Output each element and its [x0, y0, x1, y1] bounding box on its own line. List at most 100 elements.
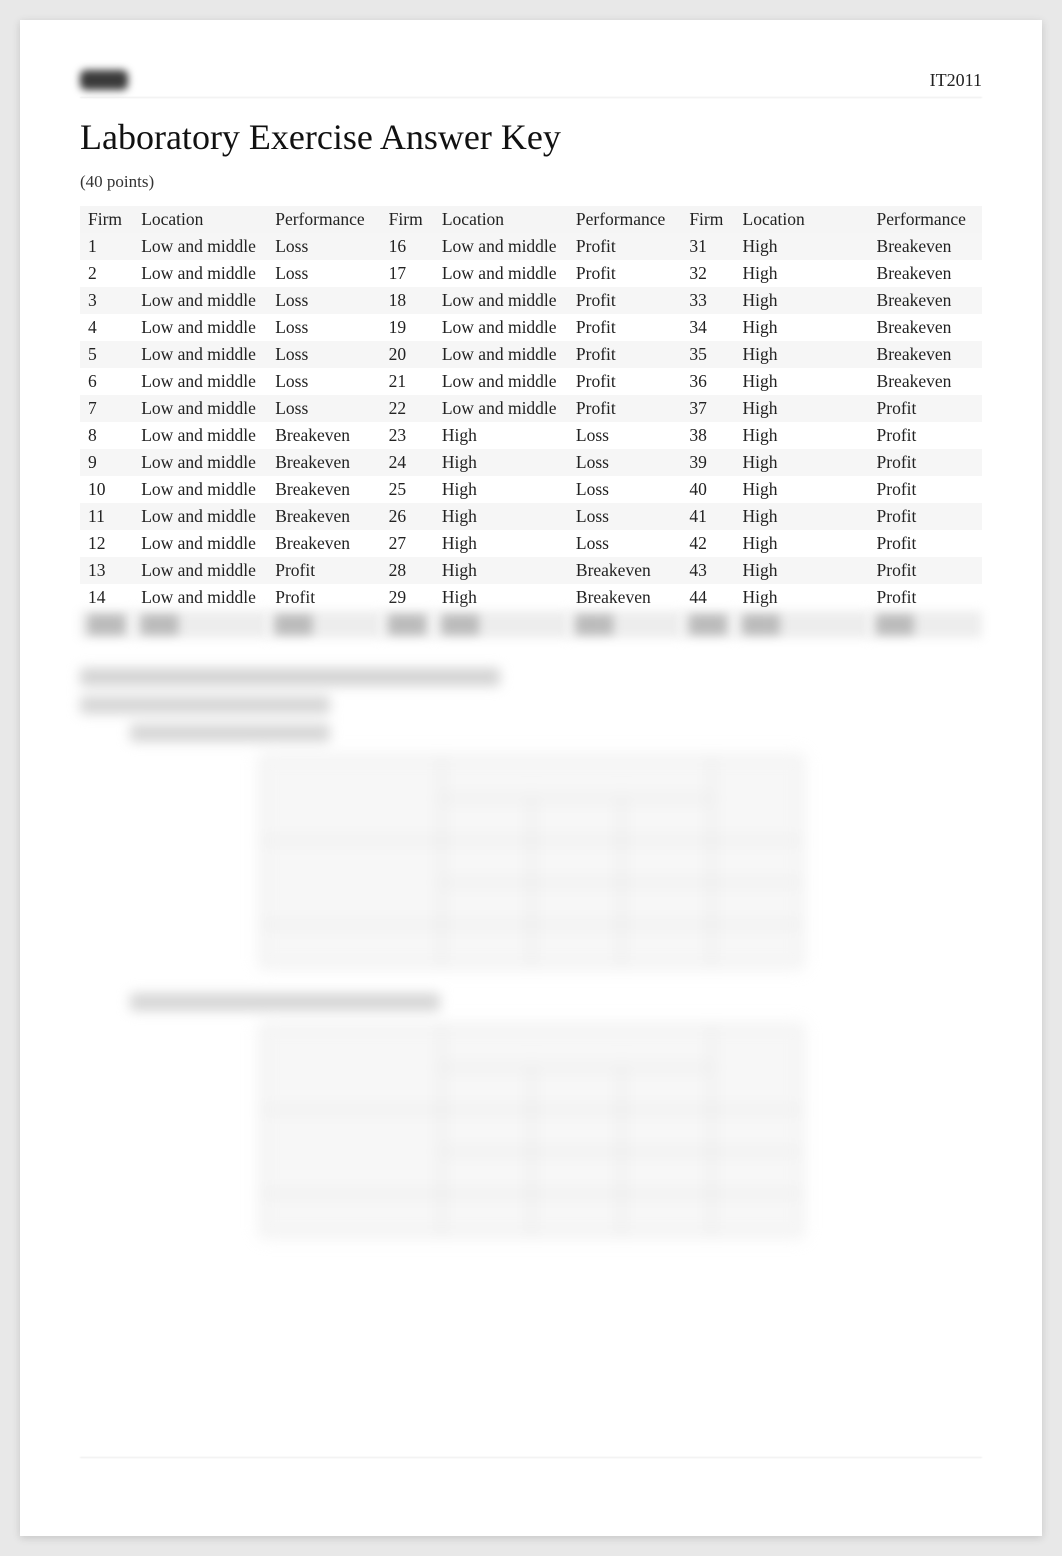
cell-firm: 18	[381, 287, 434, 314]
cell-performance: Profit	[869, 476, 982, 503]
cell-firm: 3	[80, 287, 133, 314]
cell-firm: 26	[381, 503, 434, 530]
cell-location: High	[735, 503, 869, 530]
cell-location: Low and middle	[133, 260, 267, 287]
cell-location: High	[434, 449, 568, 476]
cell-performance: Breakeven	[869, 260, 982, 287]
col-header-performance-1: Performance	[267, 206, 380, 233]
cell-performance: Loss	[267, 260, 380, 287]
cell-location: High	[735, 557, 869, 584]
redacted-table-1	[80, 756, 982, 967]
cell-location: High	[735, 530, 869, 557]
cell-location: Low and middle	[434, 395, 568, 422]
cell-redacted: ███	[133, 611, 267, 638]
cell-firm: 10	[80, 476, 133, 503]
cell-location: High	[434, 530, 568, 557]
cell-performance: Breakeven	[568, 584, 681, 611]
cell-firm: 32	[681, 260, 734, 287]
cell-location: High	[434, 503, 568, 530]
cell-performance: Loss	[568, 449, 681, 476]
cell-location: Low and middle	[133, 395, 267, 422]
cell-location: Low and middle	[434, 314, 568, 341]
cell-performance: Loss	[568, 476, 681, 503]
cell-performance: Profit	[568, 287, 681, 314]
cell-performance: Profit	[869, 557, 982, 584]
cell-firm: 1	[80, 233, 133, 260]
col-header-performance-3: Performance	[869, 206, 982, 233]
cell-performance: Breakeven	[267, 449, 380, 476]
cell-firm: 34	[681, 314, 734, 341]
table-row: 6Low and middleLoss21Low and middleProfi…	[80, 368, 982, 395]
cell-firm: 19	[381, 314, 434, 341]
cell-location: High	[434, 584, 568, 611]
cell-performance: Profit	[568, 314, 681, 341]
cell-redacted: ███	[80, 611, 133, 638]
cell-redacted: ███	[434, 611, 568, 638]
table-row: 8Low and middleBreakeven23HighLoss38High…	[80, 422, 982, 449]
cell-performance: Profit	[568, 368, 681, 395]
cell-redacted: ███	[568, 611, 681, 638]
cell-performance: Profit	[267, 557, 380, 584]
footer-divider	[80, 1457, 982, 1458]
cell-firm: 24	[381, 449, 434, 476]
cell-firm: 17	[381, 260, 434, 287]
table-row: 14Low and middleProfit29HighBreakeven44H…	[80, 584, 982, 611]
cell-performance: Profit	[568, 260, 681, 287]
cell-performance: Loss	[267, 341, 380, 368]
cell-performance: Loss	[267, 287, 380, 314]
document-page: IT2011 Laboratory Exercise Answer Key (4…	[20, 20, 1042, 1536]
cell-location: Low and middle	[133, 341, 267, 368]
cell-location: High	[735, 449, 869, 476]
table-row: 4Low and middleLoss19Low and middleProfi…	[80, 314, 982, 341]
cell-firm: 38	[681, 422, 734, 449]
col-header-firm-2: Firm	[381, 206, 434, 233]
cell-performance: Loss	[267, 395, 380, 422]
cell-firm: 20	[381, 341, 434, 368]
table-row: 1Low and middleLoss16Low and middleProfi…	[80, 233, 982, 260]
cell-performance: Breakeven	[267, 503, 380, 530]
cell-location: Low and middle	[133, 233, 267, 260]
cell-performance: Breakeven	[869, 287, 982, 314]
points-label: (40 points)	[80, 172, 982, 192]
cell-location: Low and middle	[133, 422, 267, 449]
cell-firm: 6	[80, 368, 133, 395]
cell-firm: 44	[681, 584, 734, 611]
cell-location: Low and middle	[133, 314, 267, 341]
cell-firm: 31	[681, 233, 734, 260]
cell-performance: Profit	[568, 233, 681, 260]
cell-performance: Profit	[869, 449, 982, 476]
cell-performance: Profit	[267, 584, 380, 611]
cell-performance: Breakeven	[267, 422, 380, 449]
cell-location: High	[735, 233, 869, 260]
redacted-heading	[80, 668, 500, 686]
cell-location: Low and middle	[133, 584, 267, 611]
cell-firm: 29	[381, 584, 434, 611]
col-header-location-1: Location	[133, 206, 267, 233]
cell-location: Low and middle	[133, 368, 267, 395]
cell-redacted: ███	[869, 611, 982, 638]
cell-redacted: ███	[381, 611, 434, 638]
cell-performance: Loss	[267, 368, 380, 395]
cell-firm: 8	[80, 422, 133, 449]
table-row: 9Low and middleBreakeven24HighLoss39High…	[80, 449, 982, 476]
col-header-firm-1: Firm	[80, 206, 133, 233]
cell-firm: 13	[80, 557, 133, 584]
cell-firm: 12	[80, 530, 133, 557]
firm-data-table: Firm Location Performance Firm Location …	[80, 206, 982, 638]
cell-location: High	[735, 395, 869, 422]
cell-performance: Breakeven	[869, 341, 982, 368]
cell-firm: 28	[381, 557, 434, 584]
page-title: Laboratory Exercise Answer Key	[80, 116, 982, 158]
cell-location: Low and middle	[133, 449, 267, 476]
cell-redacted: ███	[681, 611, 734, 638]
table-row: 2Low and middleLoss17Low and middleProfi…	[80, 260, 982, 287]
cell-firm: 5	[80, 341, 133, 368]
col-header-firm-3: Firm	[681, 206, 734, 233]
cell-firm: 33	[681, 287, 734, 314]
cell-firm: 11	[80, 503, 133, 530]
cell-performance: Breakeven	[568, 557, 681, 584]
redacted-label-2	[130, 993, 440, 1011]
cell-performance: Profit	[568, 395, 681, 422]
cell-firm: 41	[681, 503, 734, 530]
cell-location: Low and middle	[434, 368, 568, 395]
